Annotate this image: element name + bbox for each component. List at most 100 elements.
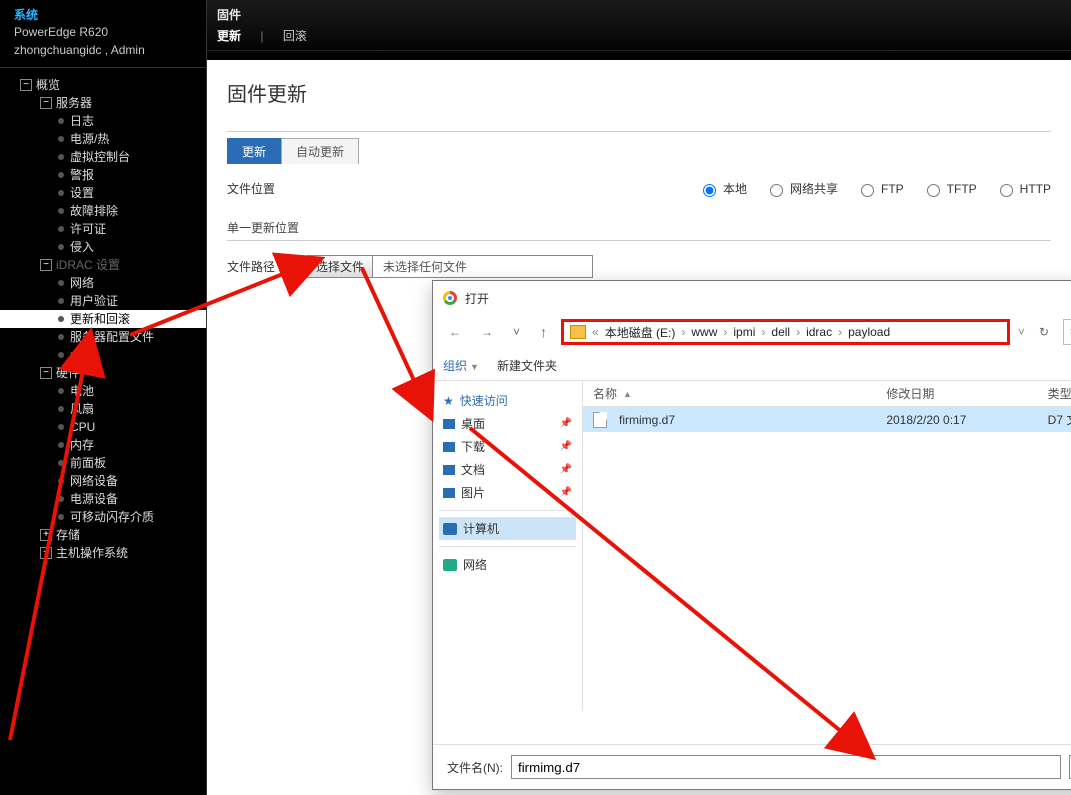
quick-access-item[interactable]: 文档📌 bbox=[439, 458, 576, 481]
tree-overview[interactable]: 概览 bbox=[0, 76, 206, 94]
radio-option[interactable]: 网络共享 bbox=[765, 180, 838, 197]
breadcrumb-segment[interactable]: www bbox=[691, 325, 717, 339]
tree-hardware[interactable]: 硬件 bbox=[0, 364, 206, 382]
expand-icon[interactable] bbox=[40, 529, 52, 541]
tree-item[interactable]: CPU bbox=[0, 418, 206, 436]
radio-option[interactable]: FTP bbox=[856, 181, 904, 197]
bullet-icon bbox=[58, 406, 64, 412]
tree-item[interactable]: 电源设备 bbox=[0, 490, 206, 508]
tab-auto-update[interactable]: 自动更新 bbox=[281, 138, 359, 164]
nav-recent-icon[interactable]: ˅ bbox=[507, 323, 526, 341]
radio-option[interactable]: 本地 bbox=[698, 180, 747, 197]
this-pc[interactable]: 计算机 bbox=[439, 517, 576, 540]
user-label: zhongchuangidc , Admin bbox=[14, 41, 196, 59]
tree-item[interactable]: 网络 bbox=[0, 274, 206, 292]
pin-icon: 📌 bbox=[560, 487, 572, 498]
folder-icon bbox=[443, 419, 455, 429]
bullet-icon bbox=[58, 442, 64, 448]
sidebar: 系统 PowerEdge R620 zhongchuangidc , Admin… bbox=[0, 0, 207, 795]
tree-item[interactable]: 可移动闪存介质 bbox=[0, 508, 206, 526]
file-row[interactable]: firmimg.d7 2018/2/20 0:17 D7 文件 103,164 … bbox=[583, 407, 1071, 432]
bullet-icon bbox=[58, 280, 64, 286]
tree-item[interactable]: 警报 bbox=[0, 166, 206, 184]
dialog-title: 打开 bbox=[465, 290, 489, 307]
collapse-icon[interactable] bbox=[40, 259, 52, 271]
tree-item[interactable]: 内存 bbox=[0, 436, 206, 454]
location-radios: 本地 网络共享 FTP TFTP HTTP bbox=[698, 180, 1051, 197]
tab-update[interactable]: 更新 bbox=[227, 138, 281, 164]
col-date[interactable]: 修改日期 bbox=[886, 385, 1047, 402]
network[interactable]: 网络 bbox=[439, 553, 576, 576]
tree-item[interactable]: 虚拟控制台 bbox=[0, 148, 206, 166]
tree-idrac[interactable]: iDRAC 设置 bbox=[0, 256, 206, 274]
collapse-icon[interactable] bbox=[40, 97, 52, 109]
tree-item[interactable]: 电池 bbox=[0, 382, 206, 400]
system-label: 系统 bbox=[14, 6, 196, 23]
tree-item[interactable]: 故障排除 bbox=[0, 202, 206, 220]
col-type[interactable]: 类型 bbox=[1048, 385, 1071, 402]
tree-item[interactable]: 日志 bbox=[0, 112, 206, 130]
tree-storage[interactable]: 存储 bbox=[0, 526, 206, 544]
chrome-icon bbox=[443, 291, 457, 305]
breadcrumb-segment[interactable]: payload bbox=[848, 325, 890, 339]
tree-item[interactable]: 会话 bbox=[0, 346, 206, 364]
network-icon bbox=[443, 559, 457, 571]
quick-access-item[interactable]: 图片📌 bbox=[439, 481, 576, 504]
folder-icon bbox=[443, 488, 455, 498]
tree-item[interactable]: 网络设备 bbox=[0, 472, 206, 490]
bullet-icon bbox=[58, 226, 64, 232]
tree-host-os[interactable]: 主机操作系统 bbox=[0, 544, 206, 562]
tree-item[interactable]: 许可证 bbox=[0, 220, 206, 238]
file-path-label: 文件路径 bbox=[227, 258, 307, 275]
breadcrumb-segment[interactable]: 本地磁盘 (E:) bbox=[605, 324, 676, 341]
model-label: PowerEdge R620 bbox=[14, 23, 196, 41]
organize-menu[interactable]: 组织▼ bbox=[443, 357, 479, 374]
quick-access-item[interactable]: 下载📌 bbox=[439, 435, 576, 458]
breadcrumb-segment[interactable]: idrac bbox=[806, 325, 832, 339]
folder-icon bbox=[443, 465, 455, 475]
tree-item[interactable]: 前面板 bbox=[0, 454, 206, 472]
bullet-icon bbox=[58, 190, 64, 196]
nav-back-icon[interactable]: ← bbox=[443, 323, 467, 341]
radio-option[interactable]: TFTP bbox=[922, 181, 977, 197]
pin-icon: 📌 bbox=[560, 464, 572, 475]
tree-item[interactable]: 用户验证 bbox=[0, 292, 206, 310]
tree-item[interactable]: 电源/热 bbox=[0, 130, 206, 148]
tree-item[interactable]: 设置 bbox=[0, 184, 206, 202]
tree-item[interactable]: 服务器配置文件 bbox=[0, 328, 206, 346]
tree-item[interactable]: 更新和回滚 bbox=[0, 310, 206, 328]
subtab-update[interactable]: 更新 bbox=[217, 29, 241, 43]
app-root: 系统 PowerEdge R620 zhongchuangidc , Admin… bbox=[0, 0, 1071, 795]
filename-input[interactable] bbox=[511, 755, 1061, 779]
choose-file-button[interactable]: 选择文件 bbox=[307, 255, 373, 278]
expand-icon[interactable] bbox=[40, 547, 52, 559]
search-input[interactable]: 搜索"payload" 🔍 bbox=[1063, 319, 1071, 345]
collapse-icon[interactable] bbox=[20, 79, 32, 91]
collapse-icon[interactable] bbox=[40, 367, 52, 379]
tree-server[interactable]: 服务器 bbox=[0, 94, 206, 112]
bullet-icon bbox=[58, 388, 64, 394]
bullet-icon bbox=[58, 298, 64, 304]
breadcrumb-segment[interactable]: ipmi bbox=[733, 325, 755, 339]
bullet-icon bbox=[58, 244, 64, 250]
nav-up-icon[interactable]: ↑ bbox=[534, 322, 553, 342]
tree-item[interactable]: 风扇 bbox=[0, 400, 206, 418]
subtab-rollback[interactable]: 回滚 bbox=[283, 29, 307, 43]
tree-item[interactable]: 侵入 bbox=[0, 238, 206, 256]
quick-access[interactable]: ★快速访问 bbox=[439, 389, 576, 412]
bullet-icon bbox=[58, 514, 64, 520]
page-body: 固件更新 更新 自动更新 文件位置 本地 网络共享 FTP TFTP HTTP … bbox=[207, 60, 1071, 296]
new-folder-button[interactable]: 新建文件夹 bbox=[497, 357, 557, 374]
col-name[interactable]: 名称▲ bbox=[593, 385, 886, 402]
nav-tree: 概览 服务器 日志电源/热虚拟控制台警报设置故障排除许可证侵入 iDRAC 设置… bbox=[0, 68, 206, 562]
refresh-icon[interactable]: ↻ bbox=[1033, 323, 1055, 341]
radio-option[interactable]: HTTP bbox=[995, 181, 1051, 197]
quick-access-item[interactable]: 桌面📌 bbox=[439, 412, 576, 435]
address-bar[interactable]: « 本地磁盘 (E:) › www › ipmi › dell › idrac … bbox=[561, 319, 1010, 345]
folder-icon bbox=[570, 325, 586, 339]
nav-pane: ★快速访问 桌面📌下载📌文档📌图片📌 计算机 网络 bbox=[433, 381, 583, 711]
top-tabbar: 固件 更新 | 回滚 bbox=[207, 0, 1071, 60]
breadcrumb-segment[interactable]: dell bbox=[771, 325, 790, 339]
pin-icon: 📌 bbox=[560, 418, 572, 429]
nav-forward-icon[interactable]: → bbox=[475, 323, 499, 341]
